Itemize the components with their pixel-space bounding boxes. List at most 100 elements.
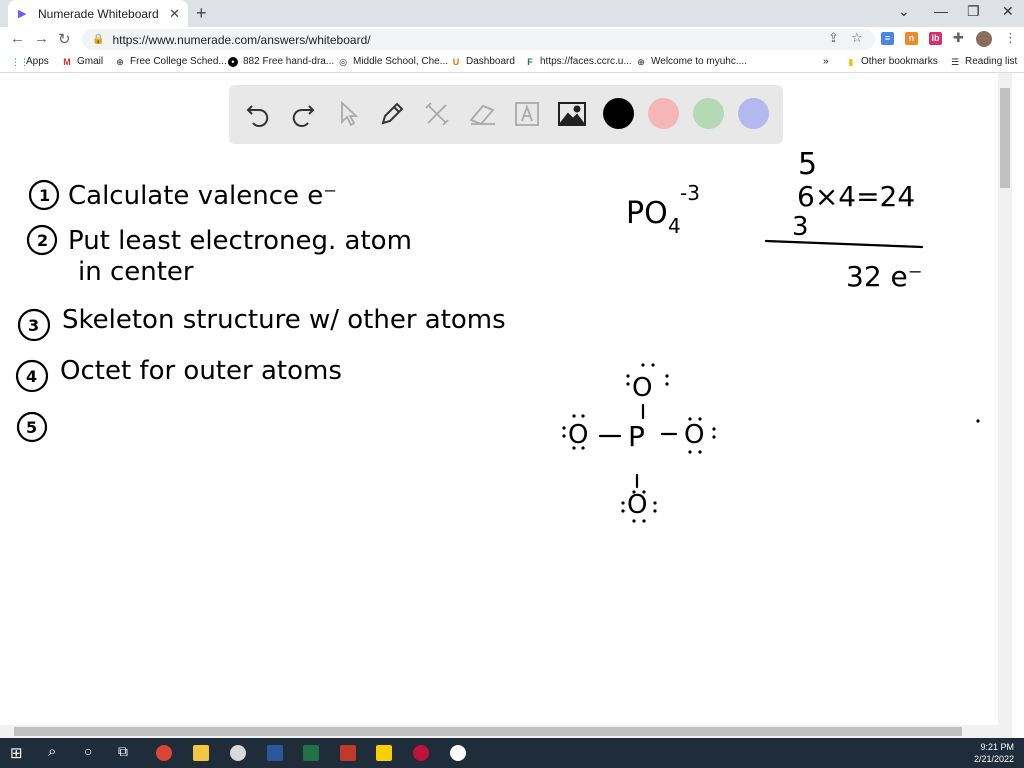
app-d-icon[interactable]	[450, 745, 466, 761]
bookmark-myuhc[interactable]: ⊕ Welcome to myuhc....	[636, 56, 747, 67]
pen-icon[interactable]	[376, 98, 408, 130]
calc-line-2: 6×4=24	[797, 180, 915, 213]
gmail-icon: M	[63, 56, 71, 67]
chrome-icon[interactable]	[156, 745, 172, 761]
task-view-icon[interactable]: ⧉	[118, 743, 128, 760]
color-swatch-green[interactable]	[693, 98, 724, 129]
system-clock[interactable]: 9:21 PM 2/21/2022	[974, 741, 1014, 765]
calc-line-1: 5	[798, 147, 817, 182]
extension-ib-icon[interactable]: ib	[929, 32, 942, 45]
eraser-icon[interactable]	[466, 98, 498, 130]
image-icon[interactable]	[556, 98, 588, 130]
extension-orange-icon[interactable]: n	[905, 32, 918, 45]
bookmark-apps[interactable]: ⋮⋮ Apps	[11, 56, 49, 67]
vertical-scroll-thumb[interactable]	[1000, 88, 1010, 188]
step-num-2: 2	[37, 231, 48, 250]
menu-kebab-icon[interactable]: ⋮	[1004, 30, 1017, 46]
app-red-icon[interactable]	[340, 745, 356, 761]
site-icon: ◎	[339, 56, 347, 67]
tools-icon[interactable]	[421, 98, 453, 130]
faces-icon: F	[527, 56, 533, 67]
url-text: https://www.numerade.com/answers/whitebo…	[112, 32, 371, 47]
color-swatch-blue[interactable]	[738, 98, 769, 129]
step-num-4: 4	[26, 367, 37, 386]
close-tab-icon[interactable]: ✕	[169, 6, 180, 22]
bookmark-college-sched[interactable]: ⊕ Free College Sched...	[115, 56, 227, 67]
horizontal-scrollbar[interactable]	[0, 725, 1012, 738]
undo-icon[interactable]	[242, 98, 274, 130]
lone-pair-dots	[562, 363, 980, 523]
tab-search-icon[interactable]: ⌄	[898, 3, 910, 20]
text-icon[interactable]	[511, 98, 543, 130]
bookmark-other[interactable]: ▮ Other bookmarks	[846, 56, 938, 67]
calc-total: 32 e⁻	[846, 260, 923, 293]
bookmark-hand-drawn[interactable]: • 882 Free hand-dra...	[228, 56, 334, 67]
lewis-o-left: O	[568, 420, 588, 450]
lewis-o-top: O	[632, 373, 652, 403]
lewis-p-central: P	[628, 420, 645, 453]
taskbar: ⊞ ⌕ ○ ⧉ 9:21 PM 2/21/2022	[0, 738, 1024, 768]
step1-text: Calculate valence e⁻	[68, 181, 337, 211]
dashboard-icon: U	[452, 56, 460, 67]
app-icon[interactable]	[230, 745, 246, 761]
calc-line-3: 3	[792, 212, 809, 242]
lewis-o-right: O	[684, 420, 704, 450]
color-swatch-pink[interactable]	[648, 98, 679, 129]
formula-ion: PO	[626, 196, 668, 231]
apps-grid-icon: ⋮⋮	[11, 56, 29, 67]
search-icon[interactable]: ⌕	[48, 743, 56, 760]
bookmark-dashboard[interactable]: U Dashboard	[451, 56, 515, 67]
bookmarks-bar: ⋮⋮ Apps M Gmail ⊕ Free College Sched... • 88…	[0, 52, 1024, 73]
new-tab-button[interactable]: +	[196, 3, 207, 24]
redo-icon[interactable]	[287, 98, 319, 130]
tab-title: Numerade Whiteboard	[38, 6, 159, 21]
file-explorer-icon[interactable]	[193, 745, 209, 761]
bookmark-middle-school[interactable]: ◎ Middle School, Che...	[338, 56, 448, 67]
windows-start-icon[interactable]: ⊞	[10, 744, 23, 762]
select-icon[interactable]	[332, 98, 364, 130]
step-num-5: 5	[26, 418, 37, 437]
app-m-icon[interactable]	[413, 745, 429, 761]
bookmark-faces[interactable]: Fhttps://faces.ccrc.u...	[525, 56, 631, 67]
step2-text: Put least electroneg. atom	[68, 226, 412, 256]
bookmark-reading-list[interactable]: ☰ Reading list	[950, 56, 1017, 67]
clock-date: 2/21/2022	[973, 754, 1014, 764]
step-num-1: 1	[39, 186, 50, 205]
formula-subscript: 4	[668, 214, 681, 238]
word-icon[interactable]	[267, 745, 283, 761]
whiteboard-canvas[interactable]: 1 2 3 4 5 Calculate valence e⁻ Put least…	[0, 73, 1000, 738]
bookmarks-overflow[interactable]: »	[823, 56, 829, 67]
address-bar[interactable]: 🔒 https://www.numerade.com/answers/white…	[82, 29, 875, 50]
extension-docs-icon[interactable]: ≡	[881, 32, 894, 45]
profile-avatar[interactable]	[976, 31, 992, 47]
back-icon[interactable]: ←	[10, 30, 25, 47]
step4-text: Octet for outer atoms	[60, 356, 342, 386]
excel-icon[interactable]	[303, 745, 319, 761]
share-icon[interactable]: ⇪	[828, 30, 839, 46]
folder-icon: ▮	[848, 56, 854, 67]
tab-numerade-whiteboard[interactable]: ▶ Numerade Whiteboard ✕	[8, 0, 188, 27]
bookmark-star-icon[interactable]: ☆	[851, 30, 863, 46]
step2-continued-text: in center	[78, 257, 194, 287]
close-window-icon[interactable]: ✕	[1002, 3, 1014, 20]
globe-icon: ⊕	[116, 56, 124, 67]
reload-icon[interactable]: ↻	[58, 30, 71, 48]
color-swatch-black[interactable]	[603, 98, 634, 129]
lock-icon: 🔒	[92, 34, 105, 45]
formula-charge: -3	[680, 181, 700, 205]
page-viewport: 1 2 3 4 5 Calculate valence e⁻ Put least…	[0, 73, 1024, 738]
maximize-icon[interactable]: ❐	[967, 3, 980, 20]
horizontal-scroll-thumb[interactable]	[14, 727, 962, 736]
browser-toolbar: ← → ↻ 🔒 https://www.numerade.com/answers…	[0, 27, 1024, 52]
lewis-o-bottom: O	[627, 490, 647, 520]
globe-icon: ⊕	[637, 56, 645, 67]
cortana-icon[interactable]: ○	[84, 743, 92, 759]
bookmark-gmail[interactable]: M Gmail	[62, 56, 103, 67]
sticky-notes-icon[interactable]	[376, 745, 392, 761]
vertical-scrollbar[interactable]	[998, 73, 1012, 725]
whiteboard-toolbar	[229, 85, 783, 144]
extensions-puzzle-icon[interactable]: ✚	[953, 30, 964, 46]
forward-icon[interactable]: →	[34, 30, 49, 47]
minimize-icon[interactable]: —	[934, 3, 948, 19]
sum-line	[764, 239, 924, 249]
